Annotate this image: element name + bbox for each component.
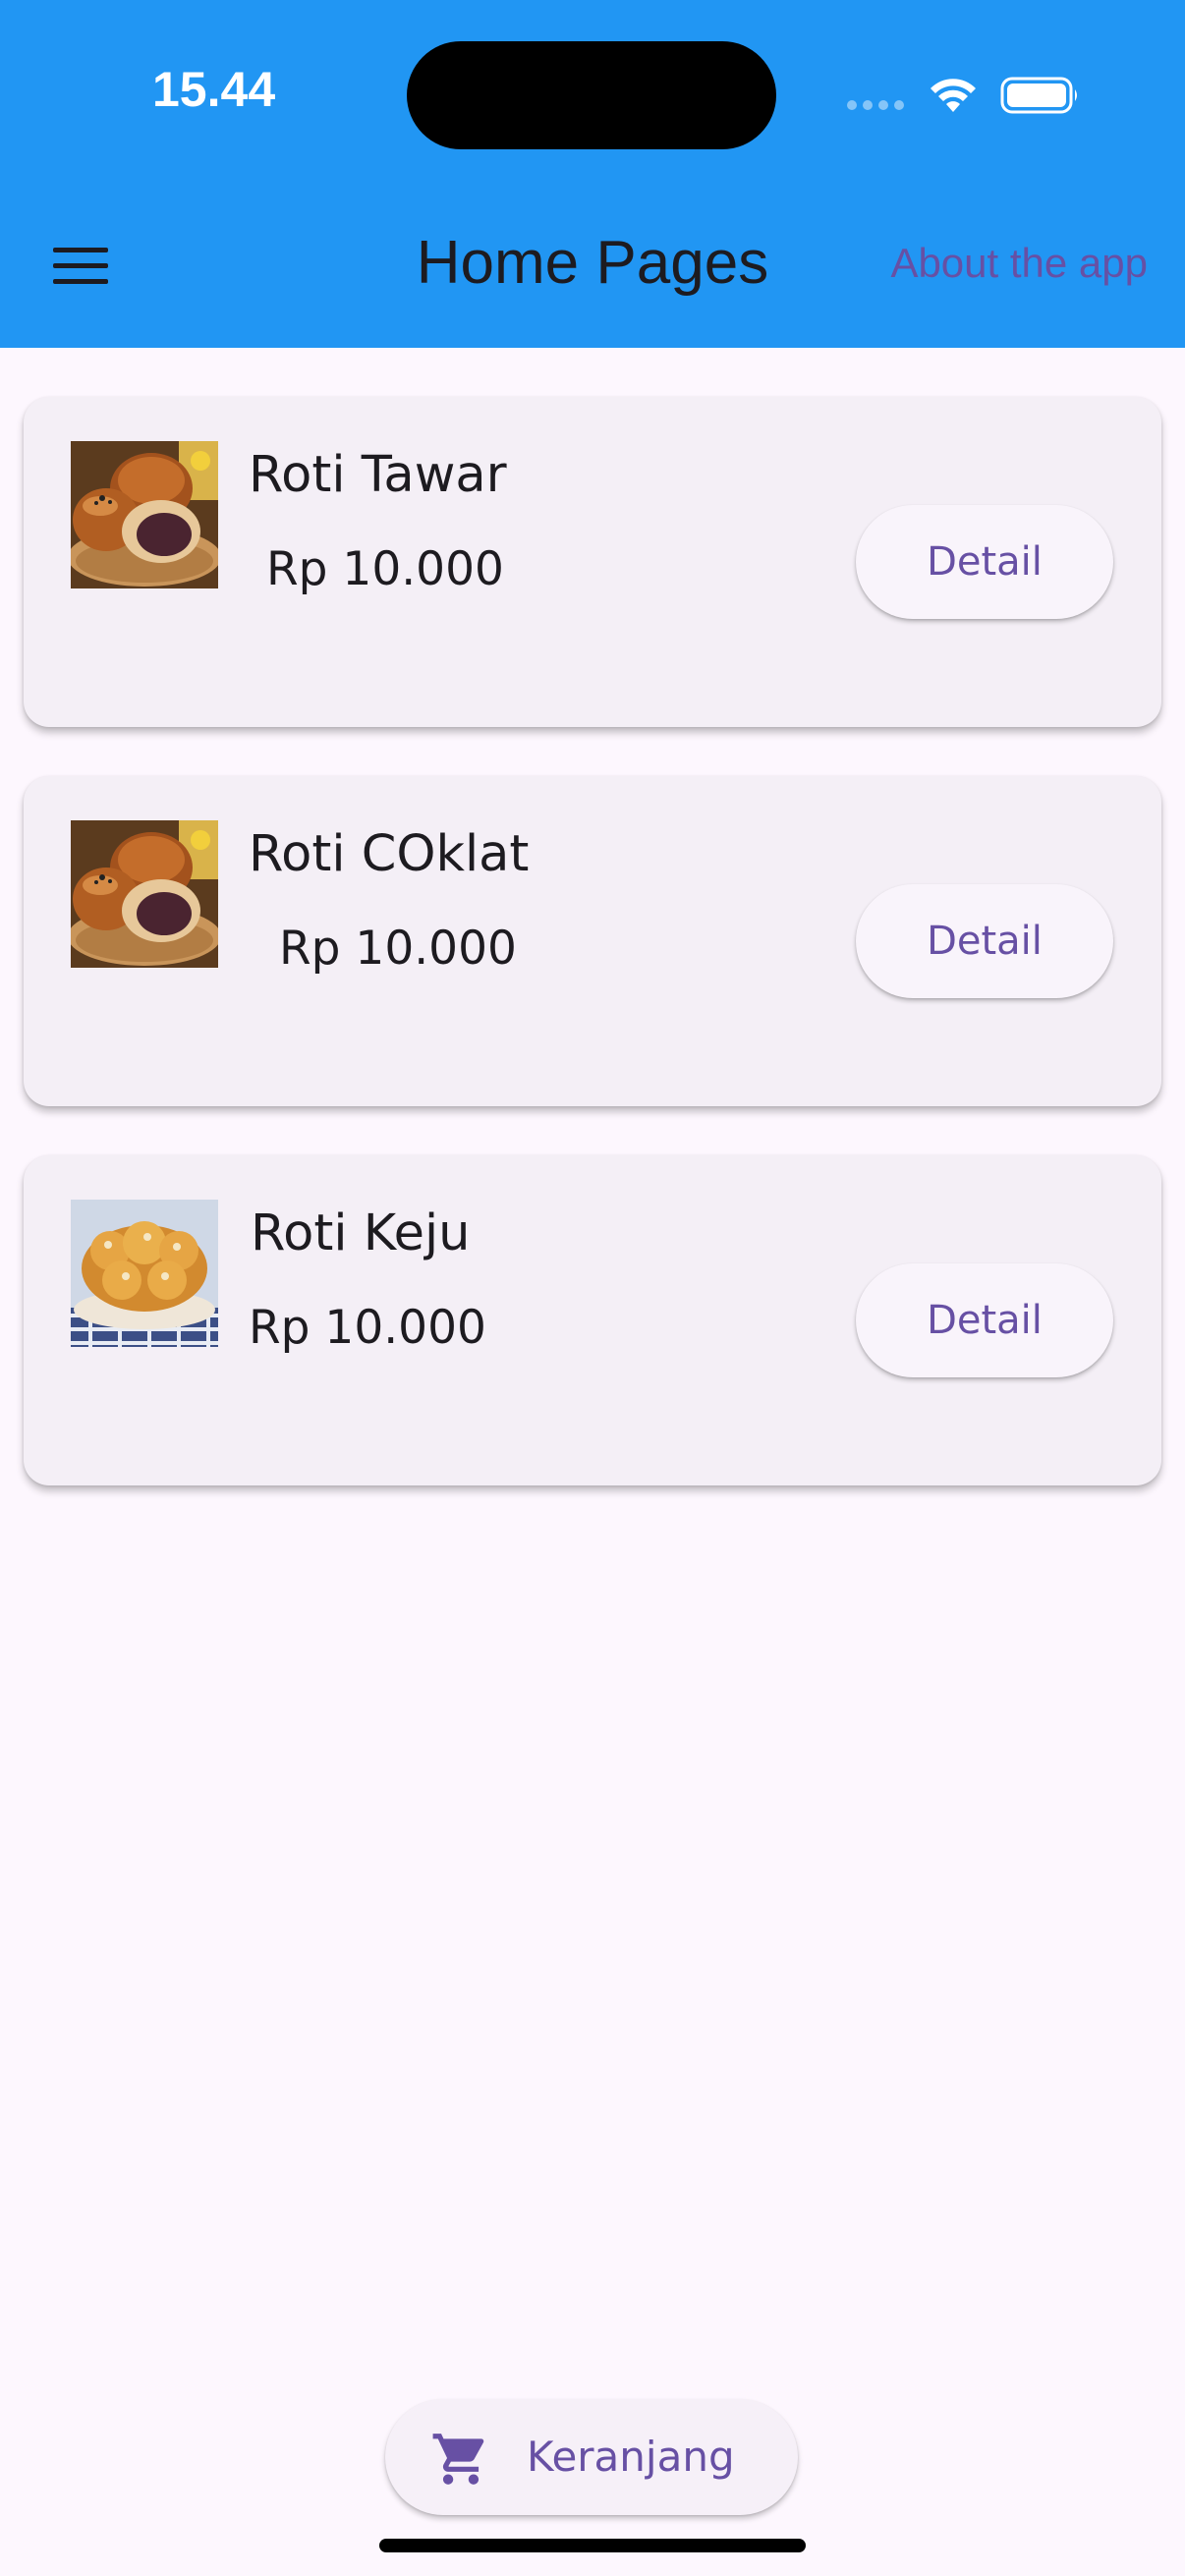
product-image — [71, 820, 218, 968]
product-price: Rp 10.000 — [249, 1301, 486, 1355]
shopping-cart-icon — [432, 2434, 484, 2485]
detail-button[interactable]: Detail — [856, 505, 1113, 619]
home-indicator[interactable] — [379, 2539, 806, 2552]
cellular-signal-icon — [847, 100, 906, 114]
wifi-icon — [931, 79, 976, 112]
product-name: Roti COklat — [249, 825, 530, 883]
product-image — [71, 1200, 218, 1347]
cart-button-label: Keranjang — [527, 2433, 735, 2481]
battery-icon — [1000, 77, 1077, 114]
hamburger-menu-icon[interactable] — [53, 244, 112, 287]
app-bar: 15.44 Home Pages About the app — [0, 0, 1185, 348]
product-price: Rp 10.000 — [279, 922, 517, 976]
product-card: Roti COklat Rp 10.000 Detail — [24, 776, 1161, 1106]
product-image — [71, 441, 218, 588]
detail-button[interactable]: Detail — [856, 884, 1113, 998]
product-name: Roti Tawar — [249, 446, 507, 504]
detail-button[interactable]: Detail — [856, 1263, 1113, 1377]
cart-button[interactable]: Keranjang — [385, 2399, 798, 2515]
dynamic-island — [407, 41, 776, 149]
product-card: Roti Keju Rp 10.000 Detail — [24, 1155, 1161, 1485]
product-price: Rp 10.000 — [266, 542, 504, 596]
status-time: 15.44 — [152, 62, 276, 117]
about-app-button[interactable]: About the app — [890, 240, 1148, 287]
product-name: Roti Keju — [251, 1204, 471, 1262]
product-card: Roti Tawar Rp 10.000 Detail — [24, 397, 1161, 727]
